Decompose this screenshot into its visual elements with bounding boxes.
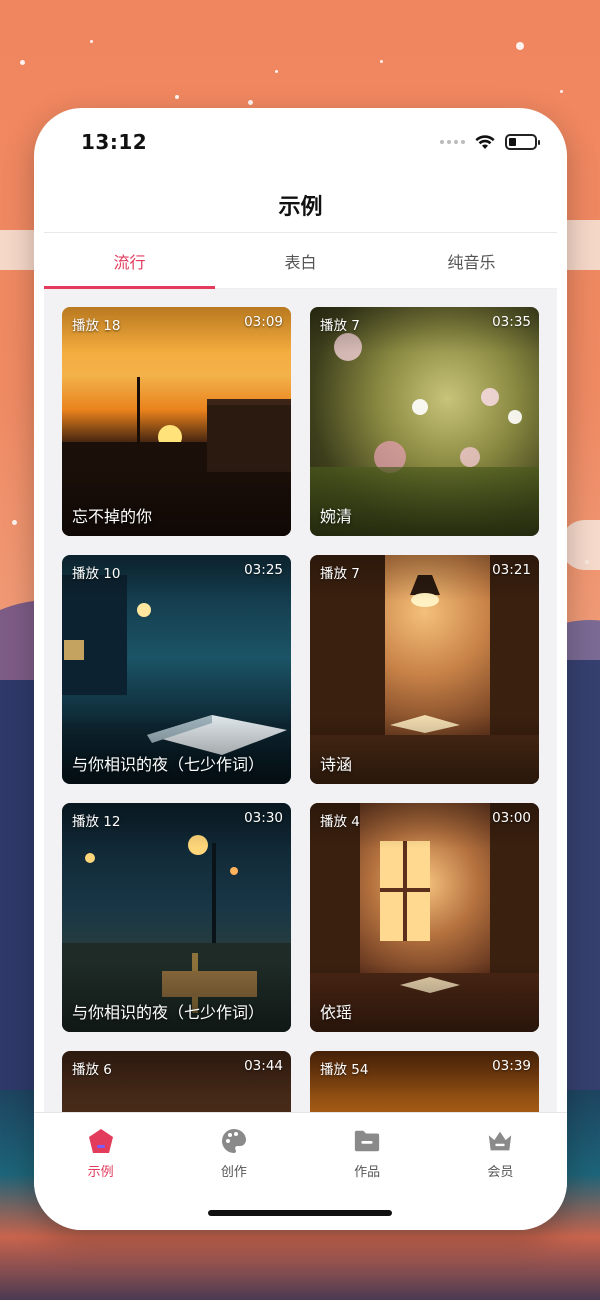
folder-icon <box>353 1127 381 1155</box>
crown-icon <box>486 1127 514 1155</box>
battery-icon <box>505 134 540 150</box>
nav-label: 创作 <box>220 1165 247 1180</box>
category-tabs: 流行 表白 纯音乐 <box>44 233 557 289</box>
song-card[interactable]: 播放 18 03:09 忘不掉的你 <box>62 307 291 536</box>
play-count: 播放 18 <box>72 318 121 334</box>
palette-icon <box>220 1127 248 1155</box>
song-card[interactable]: 播放 7 03:21 诗涵 <box>310 555 539 784</box>
signal-icon <box>440 140 465 144</box>
song-title: 婉清 <box>320 507 353 526</box>
bottom-nav: 示例 创作 作品 会员 <box>34 1112 567 1230</box>
play-count: 播放 7 <box>320 566 360 582</box>
nav-examples[interactable]: 示例 <box>34 1127 167 1183</box>
duration: 03:39 <box>492 1058 531 1074</box>
home-indicator <box>208 1210 392 1216</box>
play-count: 播放 12 <box>72 814 121 830</box>
nav-label: 作品 <box>354 1165 381 1180</box>
duration: 03:00 <box>492 810 531 826</box>
play-count: 播放 7 <box>320 318 360 334</box>
wifi-icon <box>475 134 495 149</box>
play-count: 播放 6 <box>72 1062 112 1078</box>
play-count: 播放 4 <box>320 814 360 830</box>
song-card[interactable]: 播放 6 03:44 <box>62 1051 291 1112</box>
nav-label: 会员 <box>487 1165 514 1180</box>
song-title: 忘不掉的你 <box>72 507 153 526</box>
song-card[interactable]: 播放 7 03:35 婉清 <box>310 307 539 536</box>
nav-membership[interactable]: 会员 <box>434 1127 567 1183</box>
duration: 03:30 <box>244 810 283 826</box>
song-list: 播放 18 03:09 忘不掉的你 播放 7 03:35 婉清 播放 10 03… <box>44 289 557 1112</box>
status-time: 13:12 <box>81 130 148 154</box>
song-title: 诗涵 <box>320 755 353 774</box>
duration: 03:35 <box>492 314 531 330</box>
song-card[interactable]: 播放 54 03:39 <box>310 1051 539 1112</box>
play-count: 播放 10 <box>72 566 121 582</box>
tab-popular[interactable]: 流行 <box>44 233 215 289</box>
page-title: 示例 <box>44 178 557 233</box>
nav-label: 示例 <box>87 1165 114 1180</box>
play-count: 播放 54 <box>320 1062 369 1078</box>
tab-confession[interactable]: 表白 <box>215 233 386 288</box>
home-icon <box>87 1127 115 1155</box>
duration: 03:44 <box>244 1058 283 1074</box>
song-title: 与你相识的夜（七少作词） <box>72 755 265 774</box>
song-card[interactable]: 播放 4 03:00 依瑶 <box>310 803 539 1032</box>
song-title: 与你相识的夜（七少作词） <box>72 1003 265 1022</box>
duration: 03:21 <box>492 562 531 578</box>
song-card[interactable]: 播放 12 03:30 与你相识的夜（七少作词） <box>62 803 291 1032</box>
tab-instrumental[interactable]: 纯音乐 <box>386 233 557 288</box>
song-title: 依瑶 <box>320 1003 353 1022</box>
duration: 03:09 <box>244 314 283 330</box>
song-card[interactable]: 播放 10 03:25 与你相识的夜（七少作词） <box>62 555 291 784</box>
duration: 03:25 <box>244 562 283 578</box>
phone-frame: 13:12 示例 流行 表白 纯音乐 播放 18 03:09 忘不掉的你 播放 … <box>34 108 567 1230</box>
nav-works[interactable]: 作品 <box>301 1127 434 1183</box>
status-bar: 13:12 <box>34 108 567 178</box>
nav-create[interactable]: 创作 <box>167 1127 300 1183</box>
